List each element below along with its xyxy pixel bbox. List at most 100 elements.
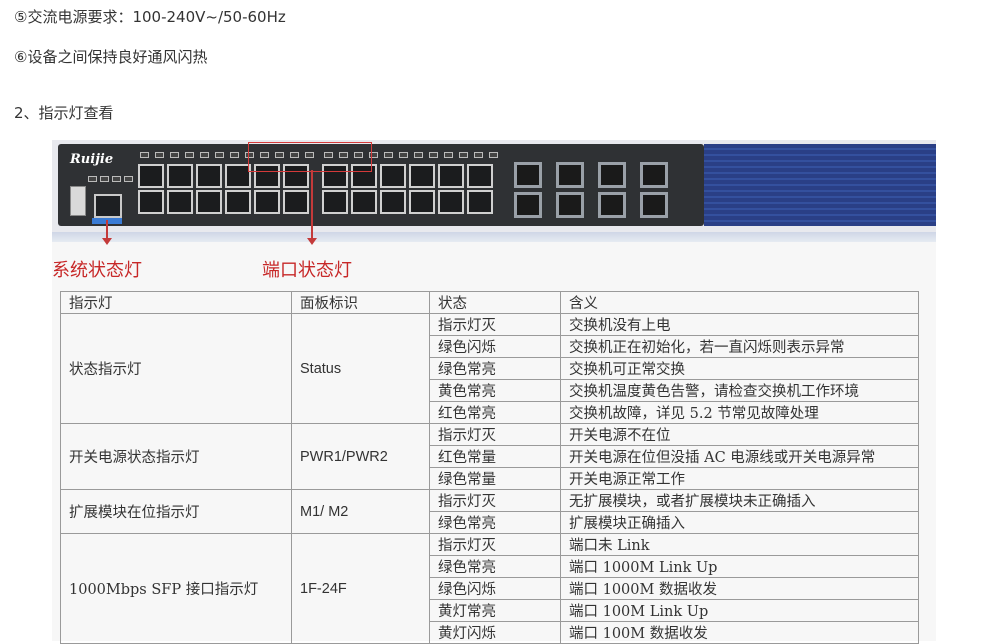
section-heading: 2、指示灯查看 [14,104,114,122]
ethernet-port [196,190,222,214]
port-led [170,152,179,158]
meaning-cell: 无扩展模块，或者扩展模块未正确插入 [560,489,919,512]
ethernet-port [467,164,493,188]
ethernet-port [380,190,406,214]
switch-chassis: Ruijie [58,144,704,226]
sfp-port [640,192,668,218]
console-port [94,194,122,218]
panel-label: Status [291,313,430,424]
state-cell: 绿色常亮 [429,555,561,578]
usb-port [70,186,86,216]
state-cell: 指示灯灭 [429,489,561,512]
system-arrow-line [106,220,108,240]
table-header-row: 指示灯 面板标识 状态 含义 [60,291,919,314]
panel-label: 1F-24F [291,533,430,644]
ethernet-port [467,190,493,214]
indicator-name: 1000Mbps SFP 接口指示灯 [60,533,292,644]
system-led [100,176,109,182]
ethernet-port [138,164,164,188]
table-row: 1000Mbps SFP 接口指示灯 1F-24F 指示灯灭 端口未 Link [60,533,919,644]
ethernet-port [409,164,435,188]
sfp-port [514,162,542,188]
state-cell: 红色常亮 [429,401,561,424]
state-cell: 指示灯灭 [429,423,561,446]
header-indicator: 指示灯 [60,291,292,314]
state-cell: 指示灯灭 [429,533,561,556]
meaning-cell: 端口 100M 数据收发 [560,621,919,644]
port-arrow-line [311,170,313,240]
port-led-callout: 端口状态灯 [262,260,352,281]
ethernet-port [254,190,280,214]
ventilation-line: ⑥设备之间保持良好通风闪热 [14,48,208,66]
system-led [112,176,121,182]
sfp-port [556,162,584,188]
meaning-cell: 扩展模块正确插入 [560,511,919,534]
system-arrow-head [102,238,112,245]
header-state: 状态 [429,291,561,314]
port-led [140,152,149,158]
state-cell: 绿色常亮 [429,357,561,380]
meaning-cell: 端口 1000M Link Up [560,555,919,578]
table-row: 状态指示灯 Status 指示灯灭 交换机没有上电 [60,313,919,424]
indicator-name: 开关电源状态指示灯 [60,423,292,490]
power-requirement-line: ⑤交流电源要求：100-240V~/50-60Hz [14,8,286,26]
sfp-port [640,162,668,188]
port-led [215,152,224,158]
ethernet-port [438,164,464,188]
port-led [444,152,453,158]
port-led [429,152,438,158]
sfp-port [514,192,542,218]
port-led [384,152,393,158]
switch-base [52,232,936,242]
meaning-cell: 开关电源在位但没插 AC 电源线或开关电源异常 [560,445,919,468]
indicator-name: 状态指示灯 [60,313,292,424]
state-cell: 绿色闪烁 [429,335,561,358]
indicator-name: 扩展模块在位指示灯 [60,489,292,534]
sfp-port [598,162,626,188]
panel-label: PWR1/PWR2 [291,423,430,490]
meaning-cell: 交换机可正常交换 [560,357,919,380]
meaning-cell: 开关电源正常工作 [560,467,919,490]
meaning-cell: 交换机温度黄色告警，请检查交换机工作环境 [560,379,919,402]
ethernet-port [225,190,251,214]
meaning-cell: 交换机正在初始化，若一直闪烁则表示异常 [560,335,919,358]
header-meaning: 含义 [560,291,919,314]
brand-logo: Ruijie [70,152,114,167]
port-led [414,152,423,158]
port-led [185,152,194,158]
state-cell: 红色常量 [429,445,561,468]
meaning-cell: 端口未 Link [560,533,919,556]
sfp-port [598,192,626,218]
ethernet-port [351,190,377,214]
state-cell: 黄灯常亮 [429,599,561,622]
state-cell: 绿色常亮 [429,511,561,534]
meaning-cell: 开关电源不在位 [560,423,919,446]
port-led-highlight [248,142,372,172]
port-arrow-head [307,238,317,245]
meaning-cell: 端口 1000M 数据收发 [560,577,919,600]
ethernet-port [196,164,222,188]
port-led [200,152,209,158]
port-led [230,152,239,158]
panel-label: M1/ M2 [291,489,430,534]
ethernet-port [322,190,348,214]
switch-blue-panel [704,144,936,226]
port-led [489,152,498,158]
port-led [474,152,483,158]
indicator-table: 指示灯 面板标识 状态 含义 状态指示灯 Status 指示灯灭 交换机没有上电 绿色闪… [60,291,919,644]
ethernet-port [167,164,193,188]
ethernet-port [283,190,309,214]
port-led [459,152,468,158]
switch-front-panel: Ruijie [52,140,936,232]
state-cell: 黄灯闪烁 [429,621,561,644]
ethernet-port [380,164,406,188]
port-led [155,152,164,158]
meaning-cell: 交换机故障，详见 5.2 节常见故障处理 [560,401,919,424]
meaning-cell: 交换机没有上电 [560,313,919,336]
meaning-cell: 端口 100M Link Up [560,599,919,622]
ethernet-port [138,190,164,214]
sfp-port [556,192,584,218]
state-cell: 指示灯灭 [429,313,561,336]
state-cell: 黄色常亮 [429,379,561,402]
port-led [399,152,408,158]
